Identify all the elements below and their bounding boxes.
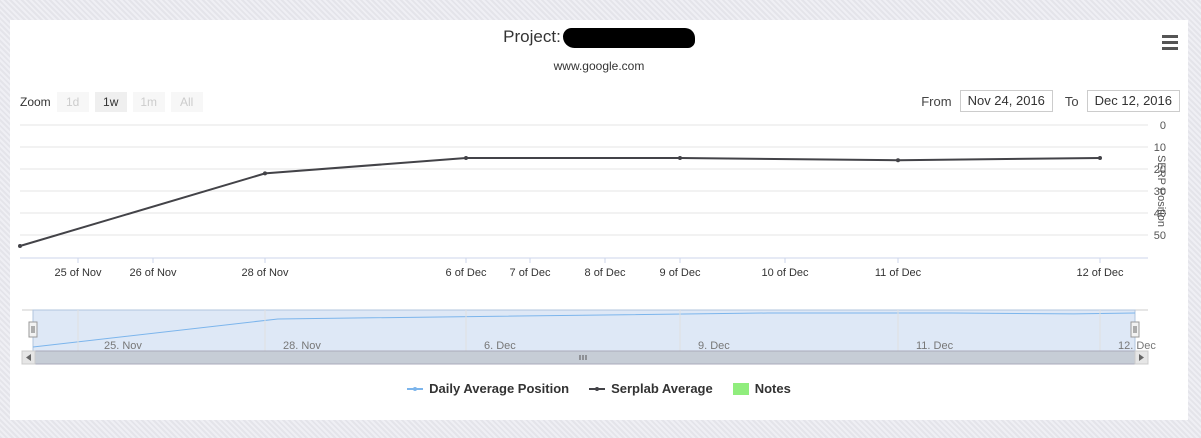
arrow-right-icon	[1139, 354, 1144, 361]
chart-container: Project: www.google.com Zoom 1d 1w 1m Al…	[10, 20, 1188, 420]
chart-subtitle: www.google.com	[553, 59, 645, 73]
from-label: From	[921, 93, 952, 109]
data-point	[464, 156, 468, 160]
date-range-selector: From Nov 24, 2016 To Dec 12, 2016	[921, 90, 1180, 112]
navigator-tick-label: 25. Nov	[104, 340, 142, 352]
arrow-left-icon	[26, 354, 31, 361]
to-label: To	[1064, 93, 1079, 109]
zoom-selector: Zoom 1d 1w 1m All	[20, 92, 209, 112]
chart-legend: Daily Average Position Serplab Average N…	[10, 381, 1188, 396]
x-tick-label: 7 of Dec	[510, 267, 551, 279]
data-point	[678, 156, 682, 160]
zoom-1d-button[interactable]: 1d	[56, 92, 89, 112]
legend-serplab-label: Serplab Average	[611, 381, 713, 396]
y-tick-label: 40	[1154, 208, 1166, 220]
from-date-input[interactable]: Nov 24, 2016	[959, 90, 1053, 112]
zoom-all-button[interactable]: All	[170, 92, 203, 112]
series-line-serplab-average	[19, 157, 1101, 247]
scrollbar-left-button[interactable]	[21, 350, 36, 365]
x-tick-label: 28 of Nov	[241, 267, 289, 279]
chart-title-prefix: Project:	[503, 27, 561, 46]
x-tick-label: 26 of Nov	[129, 267, 177, 279]
scrollbar-right-button[interactable]	[1134, 350, 1149, 365]
legend-item-notes[interactable]: Notes	[732, 381, 791, 396]
chart-title: Project:	[10, 27, 1188, 48]
x-tick-label: 12 of Dec	[1076, 267, 1124, 279]
data-point	[18, 244, 22, 248]
legend-notes-swatch	[732, 382, 749, 395]
legend-notes-label: Notes	[754, 381, 791, 396]
data-point	[896, 158, 900, 163]
navigator-tick-label: 12. Dec	[1118, 340, 1156, 352]
legend-item-daily-average[interactable]: Daily Average Position	[407, 381, 569, 396]
chart-plot: 0 10 20 30 40 50 SERP Position 25 of Nov 26 of N…	[18, 120, 1167, 365]
navigator-tick-label: 11. Dec	[916, 340, 954, 352]
x-tick-label: 9 of Dec	[660, 267, 701, 279]
y-tick-label: 20	[1154, 164, 1166, 176]
y-tick-label: 0	[1160, 120, 1166, 132]
navigator-tick-label: 6. Dec	[484, 340, 516, 352]
y-tick-label: 10	[1154, 142, 1166, 154]
x-tick-label: 8 of Dec	[585, 267, 626, 279]
scrollbar-track	[21, 350, 1149, 365]
y-axis-title: SERP Position	[1155, 155, 1167, 227]
navigator-selection	[32, 309, 1136, 352]
legend-item-serplab-average[interactable]: Serplab Average	[589, 381, 713, 396]
x-tick-label: 11 of Dec	[875, 267, 922, 279]
x-tick-label: 25 of Nov	[54, 267, 102, 279]
y-tick-label: 50	[1154, 230, 1166, 242]
x-tick-label: 10 of Dec	[761, 267, 809, 279]
navigator-series-line	[32, 312, 1136, 348]
legend-daily-label: Daily Average Position	[429, 381, 570, 396]
navigator-left-handle[interactable]	[28, 321, 38, 338]
data-point	[1098, 156, 1102, 160]
zoom-label: Zoom	[20, 95, 51, 109]
navigator-right-handle[interactable]	[1130, 321, 1140, 338]
zoom-1w-button[interactable]: 1w	[94, 92, 127, 112]
legend-daily-swatch	[407, 386, 424, 391]
scrollbar-thumb[interactable]	[34, 350, 1136, 365]
data-point	[263, 171, 267, 176]
x-tick-label: 6 of Dec	[446, 267, 487, 279]
navigator-tick-label: 28. Nov	[283, 340, 321, 352]
zoom-1m-button[interactable]: 1m	[132, 92, 165, 112]
navigator-tick-label: 9. Dec	[698, 340, 730, 352]
to-date-input[interactable]: Dec 12, 2016	[1086, 90, 1180, 112]
legend-serplab-swatch	[589, 386, 606, 391]
y-tick-label: 30	[1154, 186, 1166, 198]
redacted-project-name	[562, 27, 695, 48]
hamburger-menu-icon[interactable]	[1162, 35, 1178, 53]
